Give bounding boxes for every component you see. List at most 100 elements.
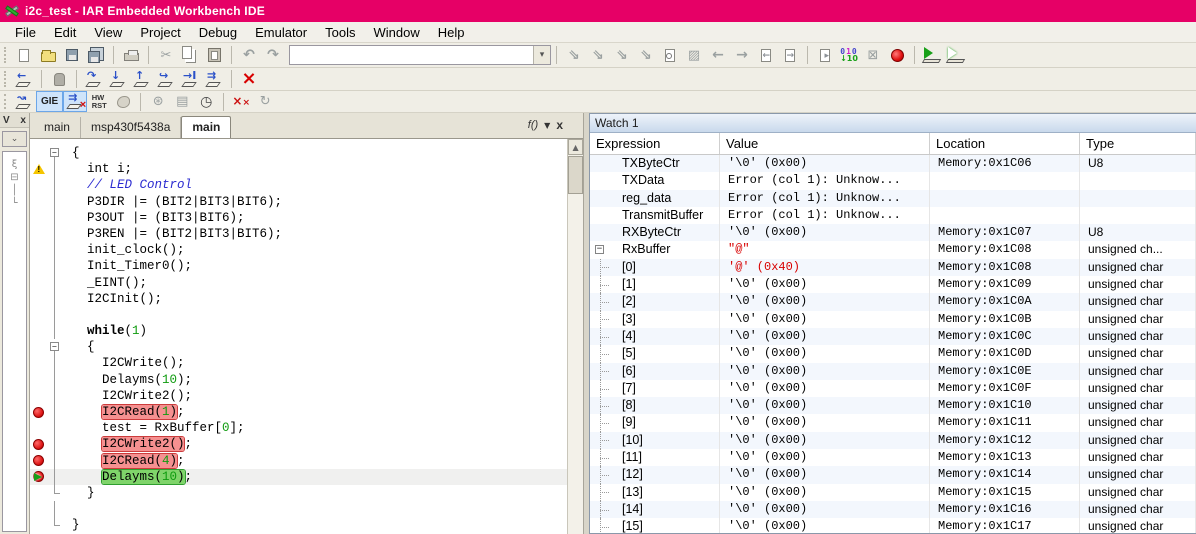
watch-column-header-type[interactable]: Type [1080, 133, 1196, 154]
watch-value[interactable]: '\0' (0x00) [720, 345, 930, 363]
code-line[interactable]: I2CWrite(); [30, 355, 567, 372]
watch-value[interactable]: '\0' (0x00) [720, 414, 930, 432]
previous-document-button[interactable]: ← [754, 45, 778, 66]
watch-value[interactable]: '\0' (0x00) [720, 293, 930, 311]
next-document-button[interactable]: → [778, 45, 802, 66]
breakpoint-gutter[interactable] [30, 242, 48, 258]
breakpoint-gutter[interactable] [30, 177, 48, 193]
fold-margin[interactable] [48, 387, 62, 404]
watch-row[interactable]: [1] '\0' (0x00) Memory:0x1C09 unsigned char [590, 276, 1196, 294]
workspace-config-dropdown[interactable]: ⌄ [2, 131, 27, 147]
watch-row[interactable]: [5] '\0' (0x00) Memory:0x1C0D unsigned char [590, 345, 1196, 363]
watch-value[interactable]: '@' (0x40) [720, 258, 930, 277]
watch-expression[interactable]: TransmitBuffer [622, 208, 703, 222]
cycle-counter-button[interactable]: ◷ [194, 91, 218, 112]
watch-value[interactable]: '\0' (0x00) [720, 518, 930, 533]
watch-value[interactable]: '\0' (0x00) [720, 449, 930, 467]
watch-value[interactable]: '\0' (0x00) [720, 397, 930, 415]
code-line[interactable]: test = RxBuffer[0]; [30, 420, 567, 437]
breakpoint-gutter[interactable] [30, 453, 48, 469]
breakpoint-gutter[interactable] [30, 436, 48, 452]
menu-item-view[interactable]: View [85, 23, 131, 42]
toolbar-grip[interactable] [4, 46, 8, 64]
watch-row[interactable]: − RxBuffer "@" Memory:0x1C08 unsigned ch... [590, 241, 1196, 259]
menu-item-edit[interactable]: Edit [45, 23, 85, 42]
code-text[interactable]: _EINT(); [62, 275, 567, 291]
toggle-breakpoint-button[interactable] [885, 45, 909, 66]
navigate-tool-2-button[interactable]: ⇘ [586, 45, 610, 66]
quick-search-combobox[interactable]: ▾ [289, 45, 551, 65]
watch-row[interactable]: reg_data Error (col 1): Unknow... [590, 189, 1196, 207]
editor-tab-msp430f5438a[interactable]: msp430f5438a [81, 117, 182, 138]
code-line[interactable]: _EINT(); [30, 274, 567, 291]
watch-expression[interactable]: TXByteCtr [622, 156, 680, 170]
code-line[interactable]: // LED Control [30, 177, 567, 194]
collapse-icon[interactable]: − [595, 245, 604, 255]
gie-toggle-button[interactable]: GIE [36, 91, 64, 112]
watch-expression[interactable]: TXData [622, 173, 664, 187]
code-text[interactable]: I2CRead(1); [62, 404, 567, 420]
code-line[interactable]: while(1) [30, 323, 567, 340]
code-text[interactable] [62, 501, 567, 517]
watch-value[interactable]: '\0' (0x00) [720, 483, 930, 501]
fold-margin[interactable] [48, 355, 62, 372]
watch-expression[interactable]: [7] [622, 381, 636, 395]
paste-button[interactable] [202, 45, 226, 66]
toolbar-grip[interactable] [4, 94, 8, 109]
menu-item-file[interactable]: File [6, 23, 45, 42]
code-text[interactable]: } [62, 517, 567, 533]
fold-marker-icon[interactable]: − [49, 148, 59, 157]
watch-expression[interactable]: [8] [622, 398, 636, 412]
watch-row[interactable]: TXData Error (col 1): Unknow... [590, 172, 1196, 190]
fold-margin[interactable] [48, 371, 62, 388]
run-to-cursor-button[interactable]: →I [178, 69, 202, 90]
fold-margin[interactable] [48, 161, 62, 178]
chevron-down-icon[interactable]: ▼ [544, 121, 550, 130]
breakpoint-icon[interactable] [33, 406, 45, 418]
scrollbar-thumb[interactable] [568, 156, 584, 194]
debug-without-downloading-button[interactable] [944, 45, 968, 66]
breakpoint-gutter[interactable] [30, 404, 48, 420]
editor-close-icon[interactable]: x [556, 118, 563, 132]
fold-margin[interactable] [48, 242, 62, 259]
clear-all-breakpoints-button[interactable]: ×× [229, 91, 253, 112]
find-in-file-button[interactable] [658, 45, 682, 66]
code-text[interactable]: I2CWrite2(); [62, 436, 567, 452]
code-text[interactable]: test = RxBuffer[0]; [62, 420, 567, 436]
code-line[interactable]: P3DIR |= (BIT2|BIT3|BIT6); [30, 193, 567, 210]
watch-row[interactable]: [14] '\0' (0x00) Memory:0x1C16 unsigned cha… [590, 500, 1196, 519]
editor-tab-main-active[interactable]: main [181, 116, 232, 138]
watch-column-header-location[interactable]: Location [930, 133, 1080, 154]
quick-search-input[interactable] [290, 46, 533, 64]
navigate-forward-button[interactable]: → [730, 45, 754, 66]
code-text[interactable]: P3REN |= (BIT2|BIT3|BIT6); [62, 226, 567, 242]
compile-button[interactable]: ▸ [813, 45, 837, 66]
watch-value[interactable]: '\0' (0x00) [720, 362, 930, 380]
watch-expression[interactable]: [15] [622, 519, 643, 533]
code-line[interactable]: I2CWrite2(); [30, 436, 567, 453]
code-line[interactable]: P3REN |= (BIT2|BIT3|BIT6); [30, 225, 567, 243]
watch-expression[interactable]: [3] [622, 312, 636, 326]
watch-expression[interactable]: RXByteCtr [622, 225, 681, 239]
autostep-button[interactable]: ↝ [12, 91, 36, 112]
code-line[interactable]: Delayms(10); [29, 468, 568, 485]
breakpoint-gutter[interactable] [30, 161, 48, 177]
watch-title-bar[interactable]: Watch 1 [590, 114, 1196, 133]
watch-value[interactable]: Error (col 1): Unknow... [720, 189, 930, 207]
code-text[interactable]: { [62, 145, 567, 161]
watch-row[interactable]: [0] '@' (0x40) Memory:0x1C08 unsigned char [590, 258, 1196, 277]
watch-value[interactable]: '\0' (0x00) [720, 379, 930, 398]
breakpoint-gutter[interactable] [30, 145, 48, 161]
watch-expression[interactable]: [12] [622, 467, 643, 481]
watch-row[interactable]: TXByteCtr '\0' (0x00) Memory:0x1C06 U8 [590, 155, 1196, 173]
watch-expression[interactable]: [5] [622, 346, 636, 360]
watch-row[interactable]: TransmitBuffer Error (col 1): Unknow... [590, 206, 1196, 225]
editor-vertical-scrollbar[interactable]: ▲ [567, 139, 584, 534]
code-text[interactable]: P3OUT |= (BIT3|BIT6); [62, 210, 567, 226]
code-text[interactable]: int i; [62, 161, 567, 177]
macro-button[interactable] [111, 91, 135, 112]
make-button[interactable]: 010 ↓10 [837, 45, 861, 66]
code-text[interactable]: { [62, 339, 567, 355]
code-text[interactable]: I2CInit(); [62, 291, 567, 307]
menu-item-help[interactable]: Help [429, 23, 474, 42]
